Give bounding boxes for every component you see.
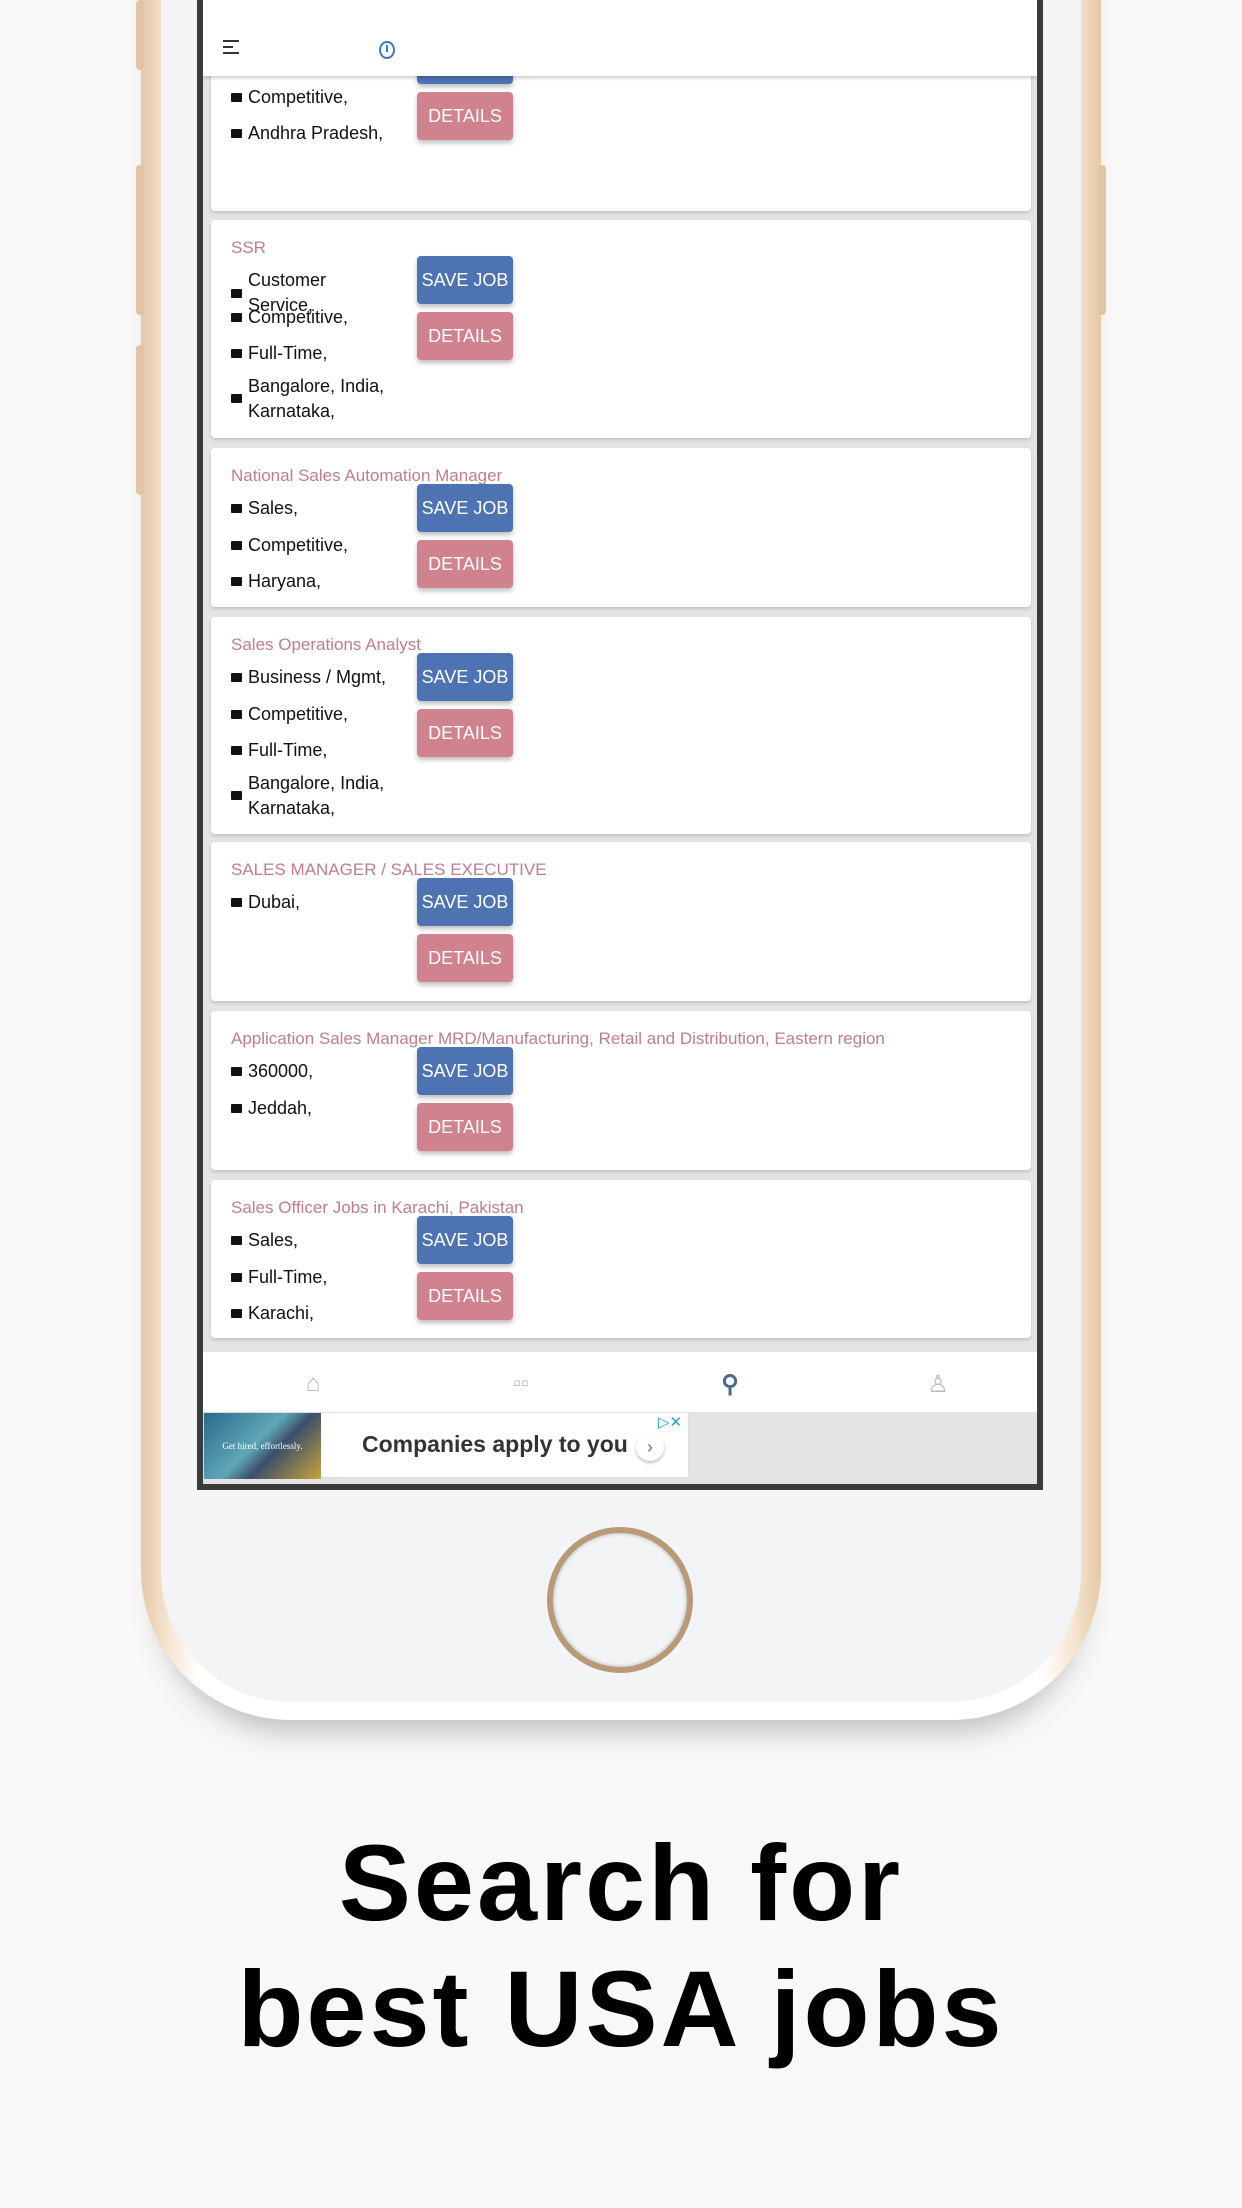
job-attribute: Andhra Pradesh,	[231, 121, 391, 146]
envelope-icon	[231, 1272, 242, 1282]
headline-line1: Search for	[338, 1822, 904, 1943]
job-attribute: Competitive,	[231, 533, 391, 558]
details-button[interactable]: DETAILS	[417, 709, 513, 757]
job-attribute: Full-Time,	[231, 341, 391, 366]
power-icon[interactable]	[379, 41, 395, 59]
volume-up-button	[136, 165, 144, 315]
bottom-nav: ⌂ ▫▫ ⚲ ♙	[203, 1352, 1037, 1412]
volume-down-button	[136, 345, 144, 495]
hamburger-icon[interactable]	[223, 40, 239, 56]
save-job-button[interactable]: SAVE JOB	[417, 484, 513, 532]
envelope-icon	[231, 1309, 242, 1319]
envelope-icon	[231, 791, 242, 801]
ad-image: Get hired, effortlessly.	[204, 1413, 321, 1479]
job-title[interactable]: National Sales Automation Manager	[231, 466, 502, 486]
details-button[interactable]: DETAILS	[417, 312, 513, 360]
job-attribute: Bangalore, India, Karnataka,	[231, 374, 391, 424]
job-attribute: Competitive,	[231, 305, 391, 330]
ad-text: Companies apply to you	[362, 1431, 628, 1457]
envelope-icon	[231, 577, 242, 587]
job-attribute: Jeddah,	[231, 1096, 391, 1121]
envelope-icon	[231, 709, 242, 719]
job-card: SALES MANAGER / SALES EXECUTIVE Dubai, SAV…	[211, 842, 1031, 1001]
save-job-button[interactable]: SAVE JOB	[417, 1047, 513, 1095]
job-card: Application Sales Manager MRD/Manufactur…	[211, 1011, 1031, 1170]
envelope-icon	[231, 504, 242, 513]
grid-icon[interactable]: ▫▫	[513, 1370, 529, 1396]
home-icon[interactable]: ⌂	[306, 1370, 321, 1398]
envelope-icon	[231, 746, 242, 756]
job-attribute: Competitive,	[231, 702, 391, 727]
envelope-icon	[231, 288, 242, 298]
save-job-button[interactable]: SAVE JOB	[417, 653, 513, 701]
job-attribute: 360000,	[231, 1059, 391, 1084]
details-button[interactable]: DETAILS	[417, 540, 513, 588]
search-icon[interactable]: ⚲	[721, 1370, 739, 1399]
job-attribute: Karachi,	[231, 1301, 391, 1326]
job-card: National Sales Automation Manager Sales, C…	[211, 448, 1031, 607]
power-side-button	[1098, 165, 1106, 315]
job-attribute: Business / Mgmt,	[231, 665, 391, 690]
user-icon[interactable]: ♙	[927, 1370, 949, 1399]
ad-banner[interactable]: Get hired, effortlessly. Companies apply…	[203, 1412, 689, 1479]
job-attribute: Sales,	[231, 1228, 391, 1253]
job-card: Sales Operations Analyst Business / Mgmt,…	[211, 617, 1031, 834]
save-job-button[interactable]: SAVE JOB	[417, 878, 513, 926]
job-title[interactable]: SSR	[231, 238, 266, 258]
job-attribute: Competitive,	[231, 85, 391, 110]
job-title[interactable]: Sales Operations Analyst	[231, 635, 421, 655]
envelope-icon	[231, 540, 242, 550]
job-attribute: Bangalore, India, Karnataka,	[231, 771, 391, 821]
job-attribute: Haryana,	[231, 569, 391, 594]
job-title[interactable]: Application Sales Manager MRD/Manufactur…	[231, 1029, 885, 1049]
details-button[interactable]: DETAILS	[417, 1103, 513, 1151]
job-card: SSR Customer Service, Competitive, Full-Tim…	[211, 220, 1031, 438]
job-attribute: Sales,	[231, 496, 391, 521]
envelope-icon	[231, 898, 242, 907]
envelope-icon	[231, 92, 242, 102]
save-job-button[interactable]: SAVE JOB	[417, 256, 513, 304]
envelope-icon	[231, 1103, 242, 1113]
job-card: Sales Officer Jobs in Karachi, Pakistan S…	[211, 1180, 1031, 1338]
job-attribute: Full-Time,	[231, 738, 391, 763]
side-button	[136, 0, 144, 70]
job-attribute: Full-Time,	[231, 1265, 391, 1290]
envelope-icon	[231, 129, 242, 139]
job-attribute: Dubai,	[231, 890, 391, 915]
details-button[interactable]: DETAILS	[417, 1272, 513, 1320]
job-title[interactable]: SALES MANAGER / SALES EXECUTIVE	[231, 860, 547, 880]
home-button[interactable]	[547, 1527, 693, 1673]
envelope-icon	[231, 394, 242, 404]
details-button[interactable]: DETAILS	[417, 92, 513, 140]
job-title[interactable]: Sales Officer Jobs in Karachi, Pakistan	[231, 1198, 524, 1218]
ad-close-icon[interactable]: ▷✕	[658, 1413, 682, 1431]
phone-screen: Sales ExecutiveSales,Competitive,Andhra …	[197, 0, 1043, 1490]
envelope-icon	[231, 312, 242, 322]
envelope-icon	[231, 1067, 242, 1076]
envelope-icon	[231, 349, 242, 359]
save-job-button[interactable]: SAVE JOB	[417, 1216, 513, 1264]
details-button[interactable]: DETAILS	[417, 934, 513, 982]
envelope-icon	[231, 673, 242, 682]
chevron-right-icon[interactable]: ›	[636, 1433, 664, 1461]
app-header	[203, 0, 1037, 76]
headline-line2: best USA jobs	[237, 1948, 1005, 2069]
envelope-icon	[231, 1236, 242, 1245]
